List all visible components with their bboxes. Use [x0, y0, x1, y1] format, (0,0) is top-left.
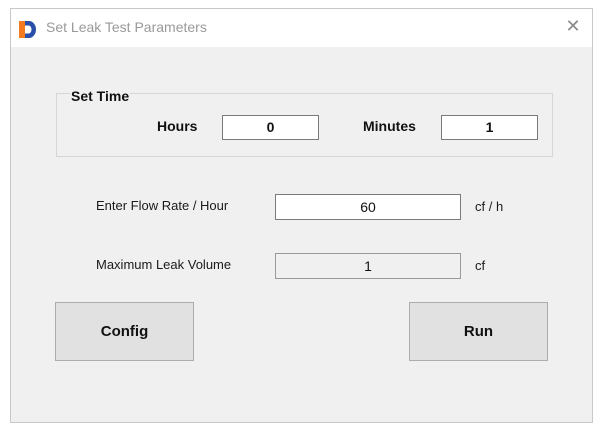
- leak-volume-label: Maximum Leak Volume: [96, 257, 232, 272]
- hours-label: Hours: [157, 118, 198, 134]
- minutes-label: Minutes: [363, 118, 416, 134]
- set-time-group: Set Time Hours 0 Minutes 1: [56, 88, 553, 157]
- set-time-group-label: Set Time: [70, 88, 131, 104]
- config-button[interactable]: Config: [55, 302, 194, 361]
- minutes-input[interactable]: 1: [441, 115, 538, 140]
- title-bar: Set Leak Test Parameters ✕: [11, 9, 592, 47]
- app-logo-icon: [19, 21, 36, 38]
- dialog-window: Set Leak Test Parameters ✕ Set Time Hour…: [10, 8, 593, 423]
- flow-rate-unit: cf / h: [475, 199, 504, 214]
- leak-volume-unit: cf: [475, 258, 486, 273]
- run-button[interactable]: Run: [409, 302, 548, 361]
- flow-rate-label: Enter Flow Rate / Hour: [96, 198, 229, 213]
- dialog-body: Set Time Hours 0 Minutes 1 Enter Flow Ra…: [18, 54, 583, 412]
- flow-rate-input[interactable]: 60: [275, 194, 461, 220]
- hours-input[interactable]: 0: [222, 115, 319, 140]
- window-title: Set Leak Test Parameters: [46, 19, 207, 35]
- leak-volume-field: 1: [275, 253, 461, 279]
- close-button[interactable]: ✕: [563, 16, 583, 36]
